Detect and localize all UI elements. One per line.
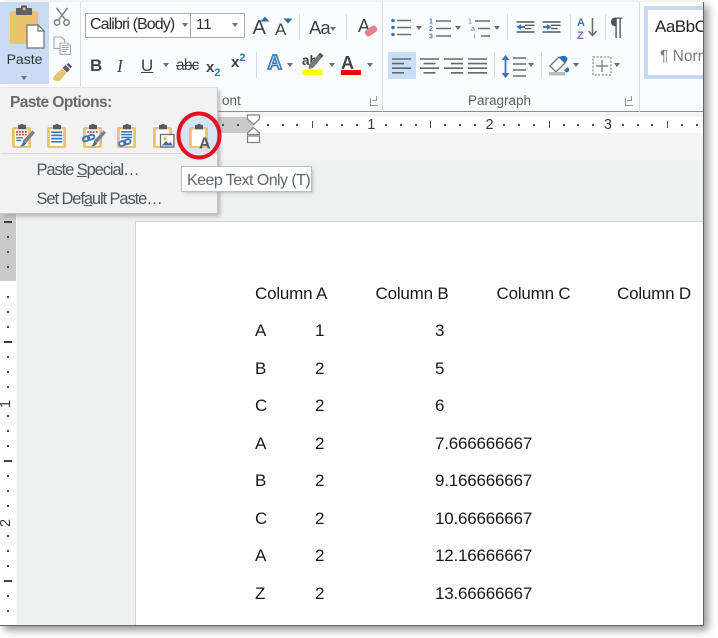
svg-text:3: 3	[429, 34, 433, 40]
svg-text:2: 2	[429, 26, 433, 33]
svg-text:a: a	[471, 26, 475, 33]
svg-text:1: 1	[429, 19, 433, 26]
svg-text:Z: Z	[577, 30, 584, 40]
svg-text:A: A	[577, 17, 585, 29]
svg-text:i: i	[474, 34, 476, 40]
svg-text:1: 1	[468, 19, 472, 26]
